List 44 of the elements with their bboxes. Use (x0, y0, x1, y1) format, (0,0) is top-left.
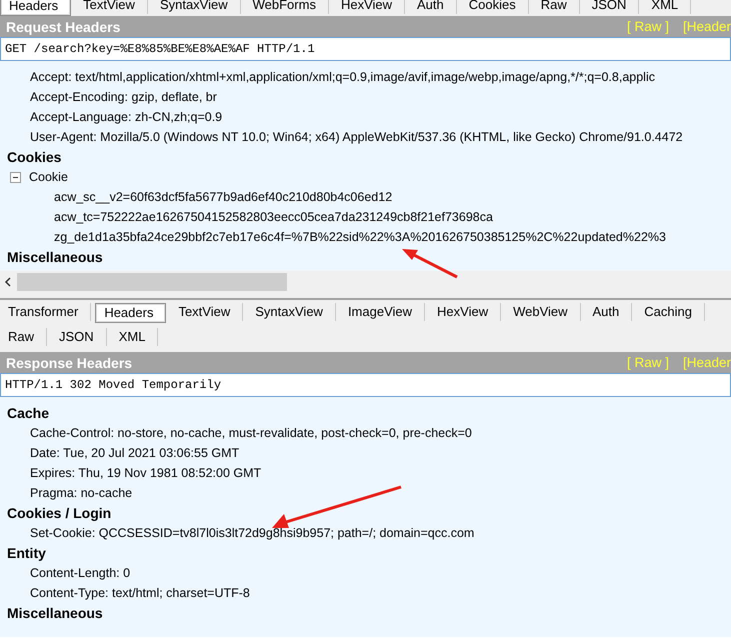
panel-title: Response Headers (6, 354, 134, 370)
section-title: Miscellaneous (6, 604, 103, 623)
tab[interactable]: ImageView (340, 303, 426, 321)
horizontal-scrollbar[interactable] (0, 271, 731, 293)
header-line: Date: Tue, 20 Jul 2021 03:06:55 GMT (29, 445, 240, 462)
section-title: Cookies / Login (6, 504, 112, 523)
section-title: Entity (6, 544, 46, 563)
tab[interactable]: TextView (170, 303, 244, 321)
annotation-arrow (402, 248, 458, 278)
tab[interactable]: JSON (584, 0, 640, 14)
cookie-value: acw_sc__v2=60f63dcf5fa5677b9ad6ef40c210d80b4c06ed12 (53, 189, 394, 206)
tab[interactable]: JSON (51, 328, 107, 346)
tab[interactable]: XML (110, 328, 158, 346)
tree-node-label: Cookie (29, 170, 68, 184)
tab[interactable]: SyntaxView (247, 303, 336, 321)
tab[interactable]: HexView (429, 303, 502, 321)
section-title: Miscellaneous (6, 248, 103, 267)
tab[interactable]: Transformer (0, 303, 92, 321)
tab[interactable]: Raw (0, 328, 48, 346)
tab[interactable]: Auth (584, 303, 632, 321)
section-title: Cookies (6, 148, 62, 167)
tab[interactable]: Headers (0, 0, 72, 16)
cookie-value: acw_tc=752222ae16267504152582803eecc05cea7da231249cb8f21ef73698ca (53, 209, 494, 226)
tab[interactable]: Raw (532, 0, 580, 14)
header-line: Accept-Language: zh-CN,zh;q=0.9 (29, 109, 224, 126)
tab[interactable]: Headers (95, 303, 166, 323)
header-line: Accept-Encoding: gzip, deflate, br (29, 89, 218, 106)
panel-title: Request Headers (6, 18, 122, 34)
tab[interactable]: Caching (636, 303, 705, 321)
header-line: Content-Length: 0 (29, 565, 132, 582)
scrollbar-thumb[interactable] (17, 273, 287, 291)
header-line: Cache-Control: no-store, no-cache, must-revalidate, post-check=0, pre-check=0 (29, 425, 473, 442)
header-line: User-Agent: Mozilla/5.0 (Windows NT 10.0; Win64; x64) AppleWebKit/537.36 (KHTML, like Gecko) Chrome/91.0.4472 (29, 129, 684, 146)
header-line: Expires: Thu, 19 Nov 1981 08:52:00 GMT (29, 465, 262, 482)
panel-splitter[interactable] (0, 293, 731, 300)
header-line: Pragma: no-cache (29, 485, 134, 502)
header-line: Set-Cookie: QCCSESSID=tv8l7l0is3lt72d9g8hsi9b957; path=/; domain=qcc.com (29, 525, 476, 542)
header-line: Accept: text/html,application/xhtml+xml,application/xml;q=0.9,image/avif,image/webp,image/apng,*/*;q=0.8,applic (29, 69, 656, 86)
tab[interactable]: WebView (505, 303, 581, 321)
cookie-value: zg_de1d1a35bfa24ce29bbf2c7eb17e6c4f=%7B%22sid%22%3A%201626750385125%2C%22updated%22%3 (53, 229, 667, 246)
section-title: Cache (6, 404, 50, 423)
header-line: Content-Type: text/html; charset=UTF-8 (29, 585, 251, 602)
collapse-icon[interactable] (10, 172, 21, 182)
tab[interactable]: XML (643, 0, 692, 14)
